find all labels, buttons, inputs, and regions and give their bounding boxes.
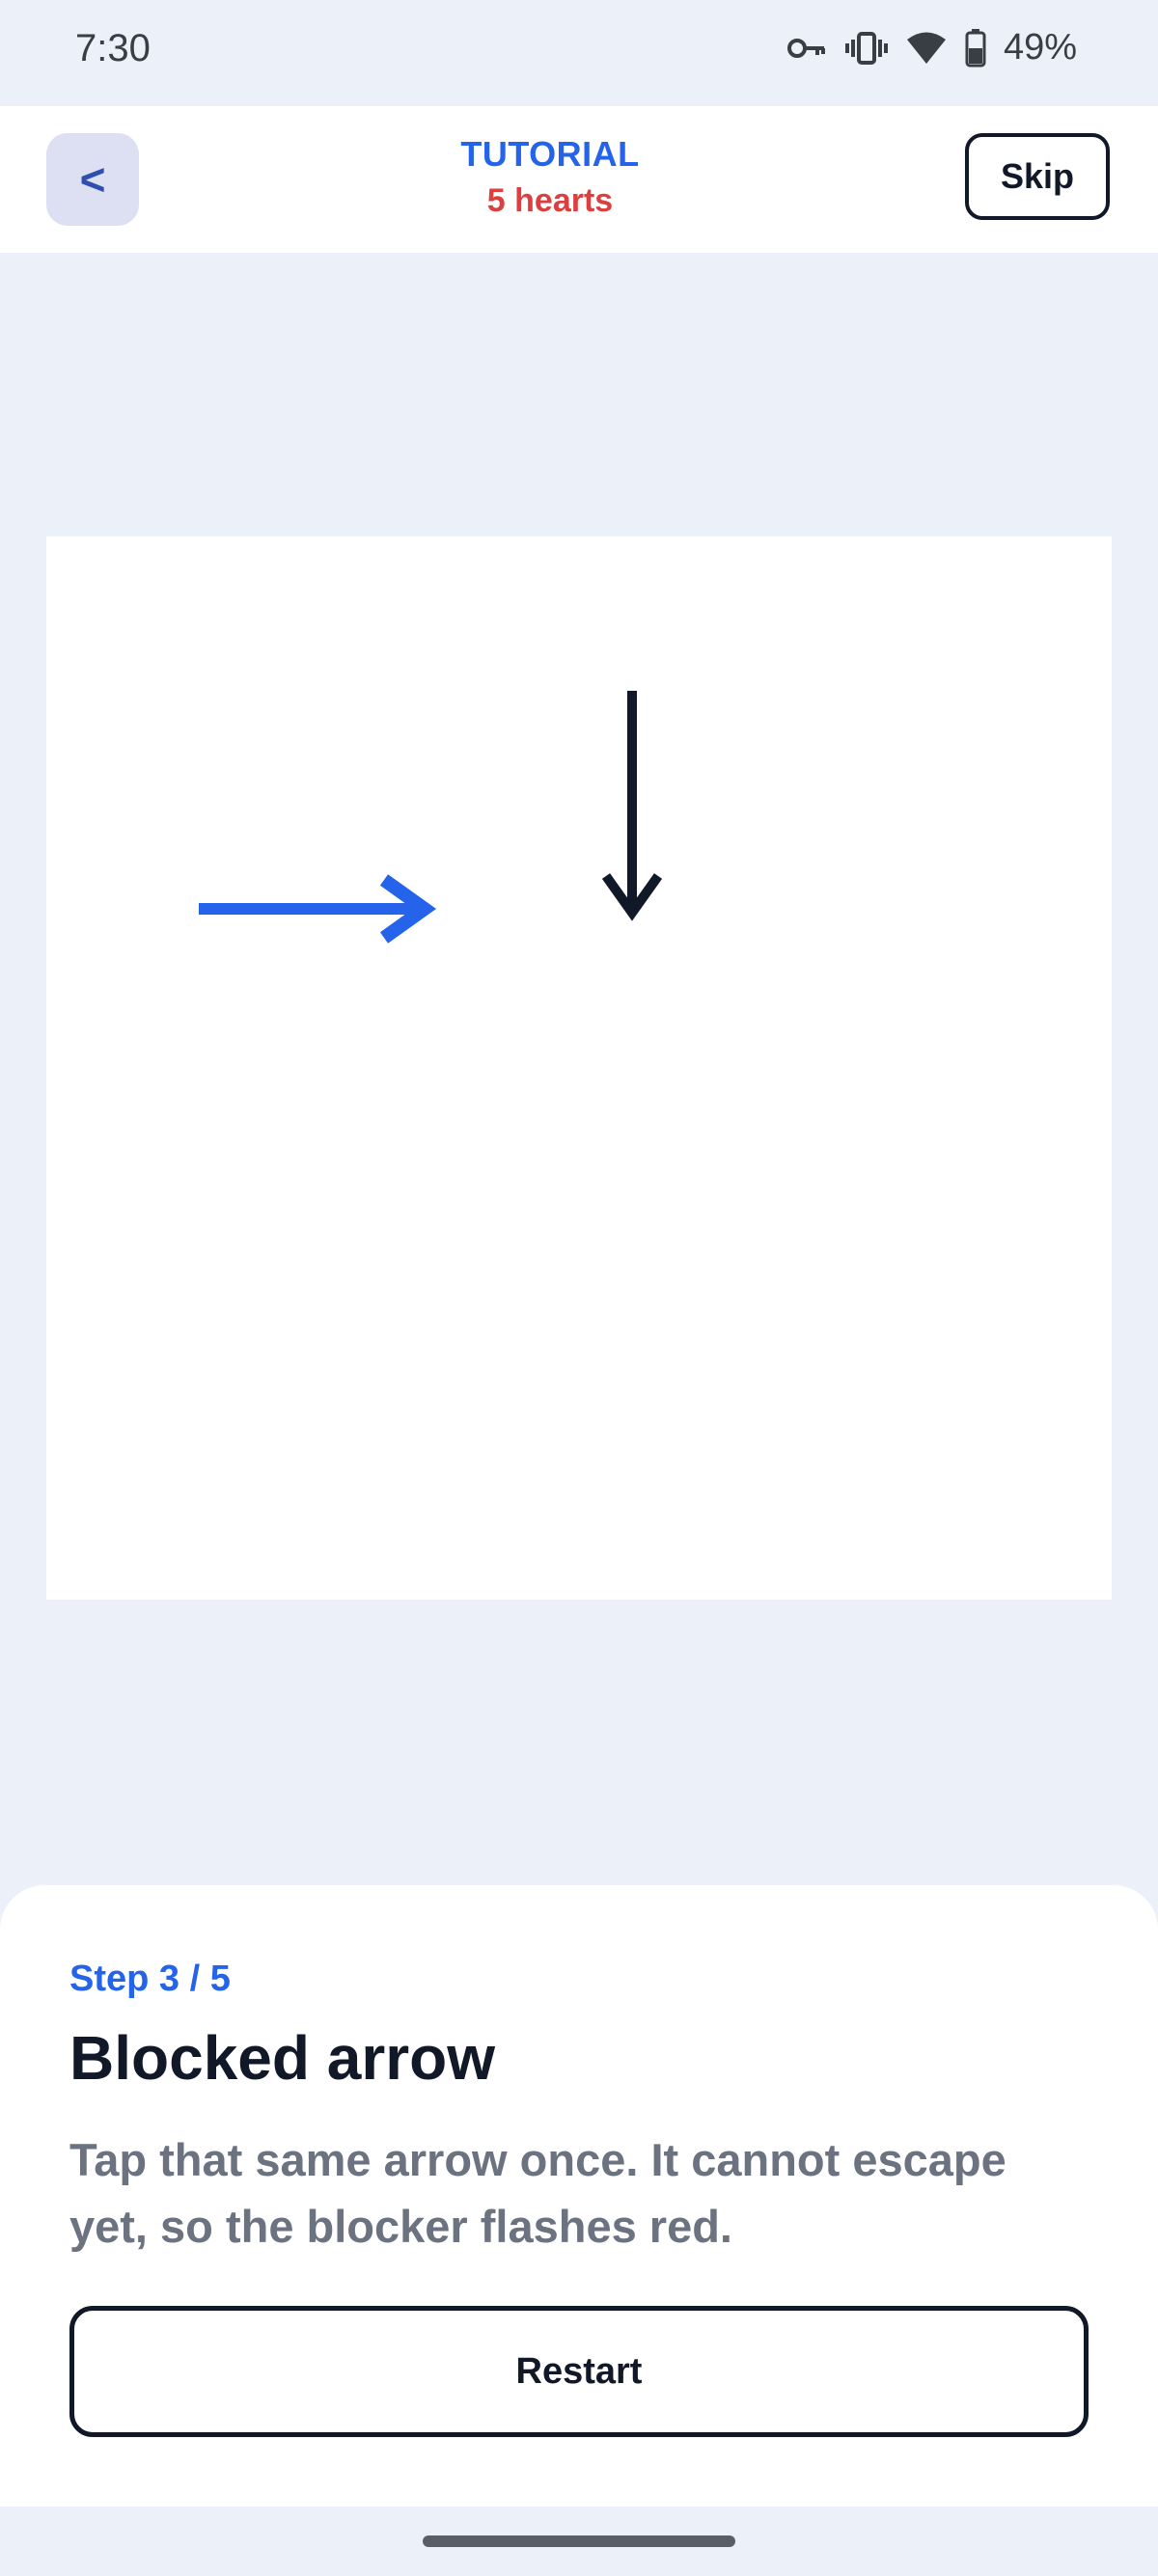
game-board	[46, 536, 1112, 1600]
blue-right-arrow[interactable]	[199, 874, 437, 944]
top-header: < TUTORIAL 5 hearts Skip	[0, 106, 1158, 253]
status-bar: 7:30 49%	[0, 0, 1158, 106]
sheet-title: Blocked arrow	[69, 2023, 496, 2093]
gesture-bar[interactable]	[423, 2535, 735, 2547]
sheet-description: Tap that same arrow once. It cannot esca…	[69, 2134, 1006, 2252]
vpn-key-icon	[786, 34, 828, 63]
battery-percent: 49%	[1003, 27, 1077, 68]
wifi-icon	[905, 31, 948, 66]
status-time: 7:30	[75, 27, 151, 69]
vibrate-icon	[844, 31, 888, 66]
header-center: TUTORIAL 5 hearts	[0, 133, 1100, 226]
black-down-arrow[interactable]	[601, 691, 663, 921]
tutorial-sheet: Step 3 / 5 Blocked arrow Tap that same a…	[0, 1885, 1158, 2507]
step-indicator: Step 3 / 5	[69, 1959, 231, 1999]
status-icons: 49%	[786, 27, 1077, 69]
battery-icon	[965, 28, 986, 68]
hearts-counter: 5 hearts	[486, 182, 614, 219]
skip-button[interactable]: Skip	[965, 133, 1110, 220]
restart-button[interactable]: Restart	[69, 2306, 1089, 2437]
page-title: TUTORIAL	[460, 134, 640, 174]
board-canvas	[199, 691, 663, 944]
